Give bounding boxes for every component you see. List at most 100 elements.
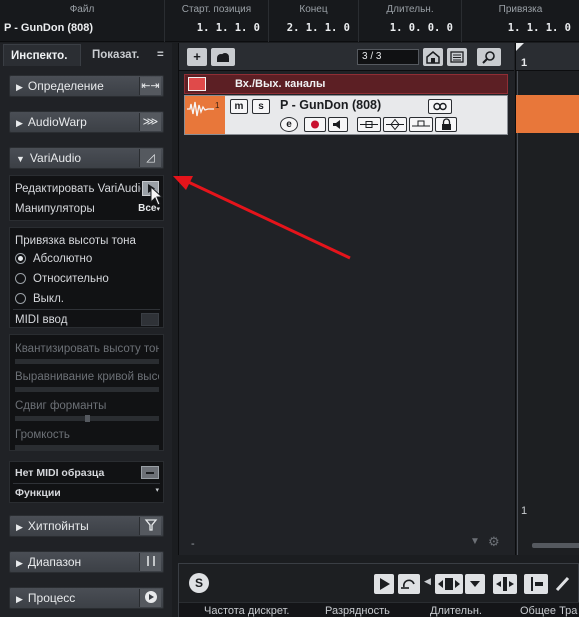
filter-icon[interactable]	[139, 517, 161, 535]
info-file[interactable]: Файл P - GunDon (808)	[0, 0, 165, 42]
formant-shift-label: Сдвиг форманты	[15, 400, 107, 412]
audio-event[interactable]	[516, 95, 579, 133]
section-hitpoints[interactable]: ▶ Хитпойнты	[9, 515, 164, 537]
transport-panel: S ◀ Частота дискрет. Разрядность Длитель…	[178, 563, 579, 617]
monitor-button[interactable]	[328, 117, 348, 132]
cycle-button[interactable]	[398, 574, 420, 594]
add-track-button[interactable]: +	[187, 48, 207, 66]
variaudio-icon[interactable]: ◿	[139, 149, 161, 167]
triangle-right-icon: ▶	[16, 118, 23, 128]
lock-button[interactable]	[435, 117, 457, 132]
gear-icon[interactable]: ⚙	[488, 534, 500, 550]
info-snap-value: 1. 1. 1. 0	[507, 22, 571, 34]
add-track-preset-button[interactable]	[211, 48, 235, 66]
option-relative[interactable]: Относительно	[15, 271, 159, 287]
info-file-label: Файл	[69, 4, 95, 15]
tab-visibility[interactable]: Показат.	[85, 44, 149, 66]
midi-input-toggle[interactable]	[141, 313, 159, 326]
footer-length: Длительн.	[430, 605, 482, 617]
edit-variaudio-label: Редактировать VariAudio	[15, 183, 141, 195]
edit-channel-button[interactable]: e	[280, 117, 298, 132]
info-start-position[interactable]: Старт. позиция 1. 1. 1. 0	[165, 0, 269, 42]
option-relative-label: Относительно	[33, 273, 109, 285]
nudge-button[interactable]	[435, 574, 463, 594]
tab-inspector[interactable]: Инспекто.	[3, 44, 81, 66]
info-length[interactable]: Длительн. 1. 0. 0. 0	[359, 0, 462, 42]
audiowarp-icon[interactable]: ⋙	[139, 113, 161, 131]
no-midi-sample-label: Нет MIDI образца	[15, 467, 105, 479]
project-window: + 3 / 3 Вх./Вых. каналы 1 m s P - GunDon…	[178, 43, 579, 555]
record-enable-button[interactable]	[304, 117, 326, 132]
event-display: 1 1	[515, 43, 579, 555]
midi-sample-toggle[interactable]	[141, 466, 159, 479]
search-button[interactable]	[477, 48, 501, 66]
quantize-pitch-slider[interactable]	[15, 359, 159, 364]
cloud-plus-icon	[217, 53, 229, 62]
inspector-menu-icon[interactable]: =	[155, 44, 171, 66]
inspector-tabs: Инспекто. Показат. =	[3, 44, 169, 66]
chevron-down-icon[interactable]: ▼	[470, 536, 480, 547]
formant-shift-handle[interactable]	[85, 415, 90, 422]
manipulators-label: Манипуляторы	[15, 203, 95, 215]
search-icon	[482, 51, 495, 64]
section-range[interactable]: ▶ Диапазон	[9, 551, 164, 573]
automation-read-button[interactable]	[357, 117, 381, 132]
info-end[interactable]: Конец 2. 1. 1. 0	[269, 0, 359, 42]
section-variaudio[interactable]: ▼ VariAudio ◿	[9, 147, 164, 169]
definition-range-icon[interactable]: ⇤⇥	[139, 77, 161, 95]
info-length-label: Длительн.	[386, 4, 434, 15]
sync-button[interactable]: S	[189, 573, 209, 593]
variaudio-edit-panel: Редактировать VariAudio Манипуляторы Все…	[9, 175, 164, 221]
play-button[interactable]	[374, 574, 394, 594]
info-snap[interactable]: Привязка 1. 1. 1. 0	[462, 0, 579, 42]
dropdown-button[interactable]	[465, 574, 485, 594]
footer-sample-rate: Частота дискрет.	[204, 605, 290, 617]
link-button[interactable]	[428, 99, 452, 114]
info-start-value: 1. 1. 1. 0	[196, 22, 260, 34]
straighten-curve-slider[interactable]	[15, 387, 159, 392]
mouse-cursor-icon	[150, 186, 164, 206]
track-list-bottom-label: -	[191, 538, 195, 550]
section-audiowarp-label: AudioWarp	[27, 115, 87, 129]
formant-shift-slider[interactable]	[15, 415, 159, 422]
functions-menu[interactable]: Функции	[15, 485, 159, 501]
audio-meter-icon	[496, 577, 514, 591]
track-counter: 3 / 3	[357, 49, 419, 65]
list-icon	[450, 51, 464, 63]
solo-button[interactable]: s	[252, 99, 270, 114]
pitch-snap-panel: Привязка высоты тона Абсолютно Относител…	[9, 227, 164, 328]
footer-total: Общее Тра	[520, 605, 578, 617]
minus-icon	[146, 472, 154, 474]
track-name[interactable]: P - GunDon (808)	[280, 98, 381, 112]
divider	[13, 483, 160, 484]
section-definition[interactable]: ▶ Определение ⇤⇥	[9, 75, 164, 97]
automation-write-button[interactable]	[383, 117, 407, 132]
sync-icon: S	[195, 576, 203, 590]
audio-info-footer: Частота дискрет. Разрядность Длительн. О…	[179, 602, 579, 617]
track-list-button[interactable]	[447, 48, 467, 66]
freeze-button[interactable]	[409, 117, 433, 132]
horizontal-scrollbar[interactable]	[532, 543, 579, 548]
project-start-marker-icon	[516, 43, 524, 51]
track-presets-button[interactable]	[423, 48, 443, 66]
range-icon[interactable]	[139, 553, 161, 571]
info-end-value: 2. 1. 1. 0	[286, 22, 350, 34]
option-absolute[interactable]: Абсолютно	[15, 251, 159, 267]
section-audiowarp[interactable]: ▶ AudioWarp ⋙	[9, 111, 164, 133]
object-select-tool[interactable]	[524, 574, 548, 594]
triangle-left-icon: ◀	[424, 576, 431, 586]
audio-track[interactable]: 1 m s P - GunDon (808) e	[184, 95, 508, 135]
quantize-pitch-label: Квантизировать высоту тона	[15, 343, 159, 355]
option-off[interactable]: Выкл.	[15, 291, 159, 307]
grid-line	[517, 71, 518, 555]
volume-slider[interactable]	[15, 445, 159, 450]
mute-button[interactable]: m	[230, 99, 248, 114]
info-file-value: P - GunDon (808)	[4, 22, 94, 34]
draw-tool[interactable]	[552, 574, 574, 594]
process-play-icon[interactable]	[139, 589, 161, 607]
ruler[interactable]: 1	[516, 43, 579, 71]
straighten-curve-label: Выравнивание кривой высоты	[15, 371, 159, 383]
audio-meter-button[interactable]	[493, 574, 517, 594]
section-process[interactable]: ▶ Процесс	[9, 587, 164, 609]
folder-track-io[interactable]: Вх./Вых. каналы	[184, 74, 508, 94]
